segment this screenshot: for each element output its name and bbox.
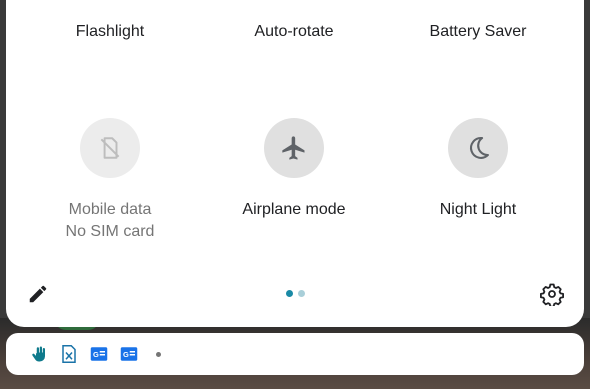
page-dot-active xyxy=(286,290,293,297)
moon-icon xyxy=(470,137,489,159)
airplane-icon xyxy=(282,136,305,160)
tile-night-light-button[interactable] xyxy=(448,118,508,178)
google-news-icon: G xyxy=(90,345,108,363)
sheets-file-icon xyxy=(60,345,78,363)
tile-battery-saver-label[interactable]: Battery Saver xyxy=(378,23,578,41)
tile-mobile-data-button[interactable] xyxy=(80,118,140,178)
tile-auto-rotate-label[interactable]: Auto-rotate xyxy=(194,23,394,41)
tile-airplane-mode-button[interactable] xyxy=(264,118,324,178)
edit-tiles-button[interactable] xyxy=(24,280,52,308)
notification-icons-bar[interactable]: G G xyxy=(6,333,584,375)
svg-text:G: G xyxy=(93,350,99,359)
more-notifications-dot-icon xyxy=(156,352,161,357)
tile-mobile-data-label: Mobile data xyxy=(68,201,152,218)
settings-button[interactable] xyxy=(538,280,566,308)
hand-gesture-icon xyxy=(30,345,48,363)
svg-text:G: G xyxy=(123,350,129,359)
no-sim-icon xyxy=(100,137,120,159)
tile-night-light-label: Night Light xyxy=(439,201,517,218)
tile-mobile-data-sublabel: No SIM card xyxy=(65,223,155,240)
pencil-icon xyxy=(29,285,47,303)
gear-icon xyxy=(540,283,564,306)
page-dot-inactive xyxy=(298,290,305,297)
google-news-icon: G xyxy=(120,345,138,363)
quick-settings-panel: Flashlight Auto-rotate Battery Saver Mob… xyxy=(6,0,584,327)
tile-flashlight-label[interactable]: Flashlight xyxy=(10,23,210,41)
tile-airplane-mode-label: Airplane mode xyxy=(242,201,346,218)
